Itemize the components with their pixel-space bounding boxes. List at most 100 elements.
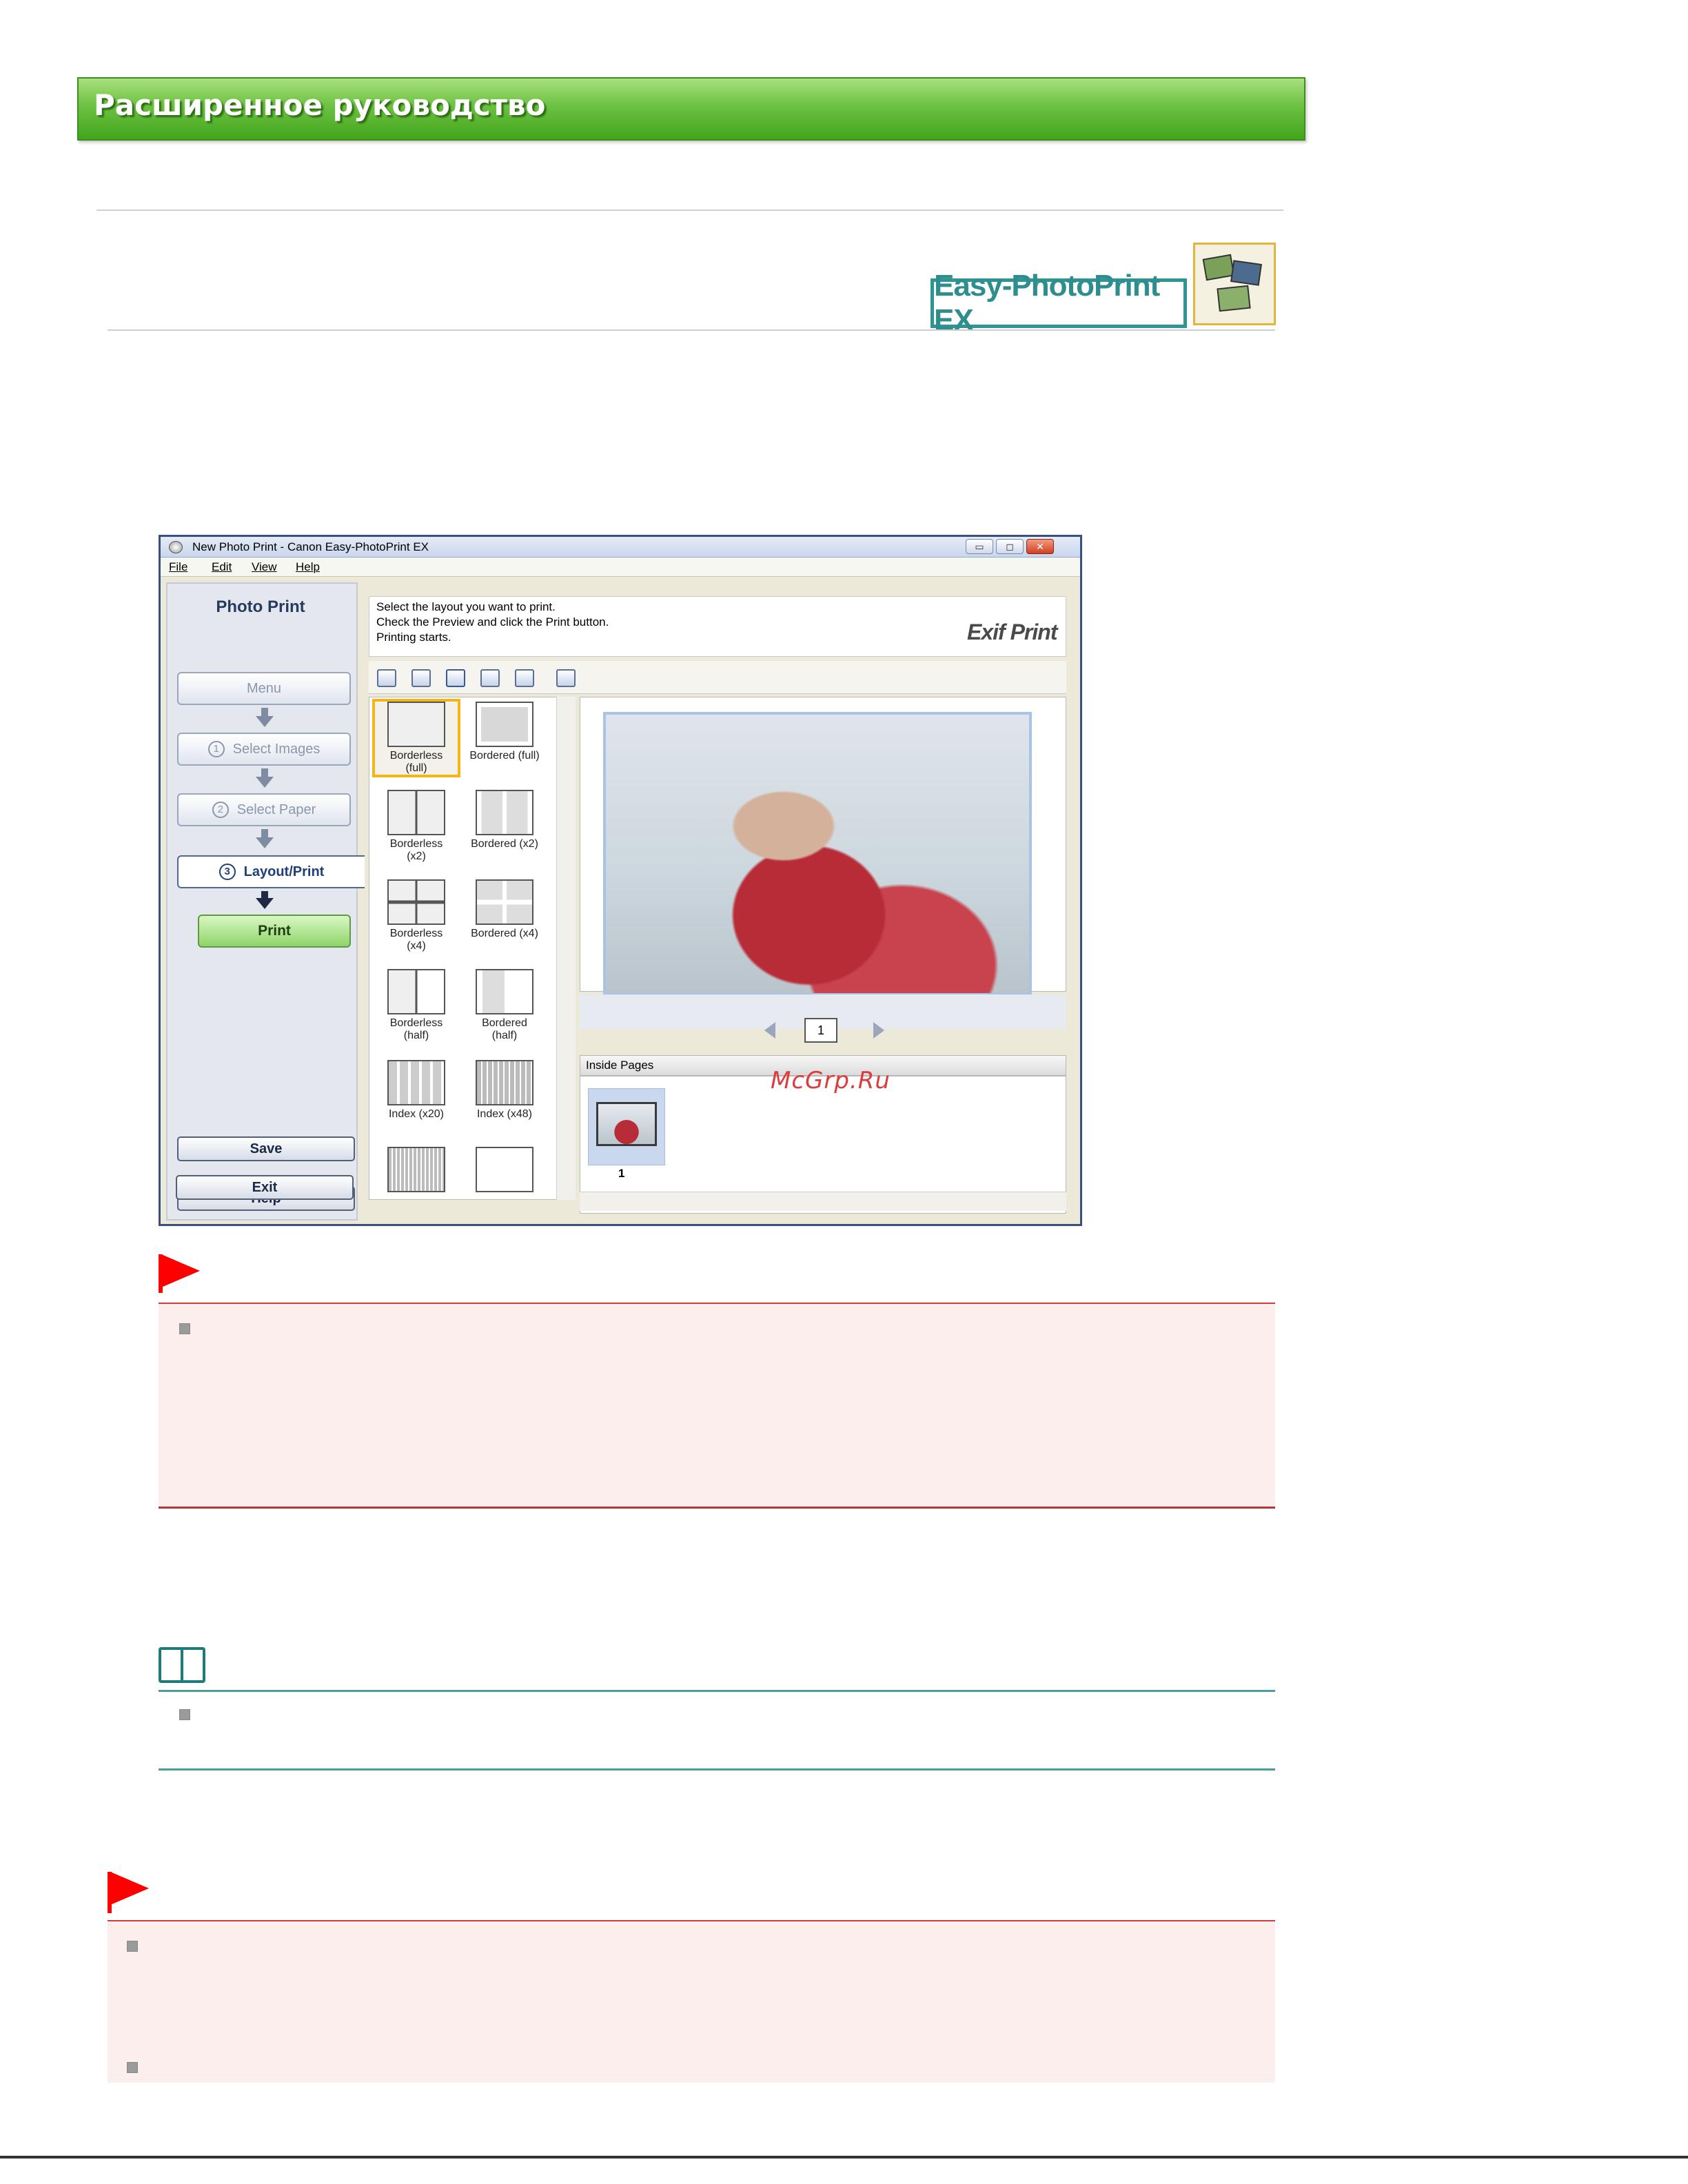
watermark: McGrp.Ru <box>771 1067 891 1094</box>
layout-list: Borderless (full) Bordered (full) Border… <box>369 697 562 1200</box>
step-menu-button[interactable]: Menu <box>177 672 351 705</box>
steps-panel: Photo Print Menu 1 Select Images 2 Select … <box>166 582 365 1221</box>
bullet-icon <box>127 2062 138 2073</box>
layout-index-x20[interactable]: Index (x20) <box>375 1060 458 1121</box>
top-divider <box>96 210 1283 211</box>
instruction-line: Check the Preview and click the Print bu… <box>376 615 609 629</box>
app-icon <box>169 541 183 553</box>
preview-photo <box>603 712 1032 996</box>
layout-bordered-x2[interactable]: Bordered (x2) <box>463 790 546 850</box>
down-arrow-icon <box>261 768 268 777</box>
bullet-icon <box>127 1941 138 1952</box>
instruction-line: Printing starts. <box>376 631 451 644</box>
layout-thumbnail <box>387 879 445 925</box>
rotate-left-icon[interactable] <box>377 669 396 687</box>
layout-thumbnail <box>387 790 445 835</box>
step-label: Select Paper <box>236 802 316 817</box>
rotate-right-icon[interactable] <box>411 669 431 687</box>
app-window-screenshot: New Photo Print - Canon Easy-PhotoPrint … <box>159 535 1082 1226</box>
layout-thumbnail <box>387 1147 445 1192</box>
bullet-icon <box>179 1709 190 1720</box>
layout-thumbnail <box>387 969 445 1014</box>
correct-image-icon[interactable] <box>515 669 534 687</box>
layout-borderless-full[interactable]: Borderless (full) <box>372 699 460 777</box>
step-layout-print-button[interactable]: 3 Layout/Print <box>177 855 365 888</box>
window-titlebar: New Photo Print - Canon Easy-PhotoPrint … <box>161 537 1080 558</box>
layout-thumbnail <box>387 702 445 747</box>
layout-label: Bordered (x4) <box>471 928 538 939</box>
maximize-button[interactable]: ◻ <box>996 539 1024 554</box>
layout-thumbnail <box>476 969 533 1014</box>
layout-label: Index (x48) <box>476 1108 533 1120</box>
layout-label: Borderless <box>389 1017 443 1029</box>
panel-title: Photo Print <box>216 598 305 616</box>
layout-borderless-x4[interactable]: Borderless (x4) <box>375 879 458 952</box>
previous-page-icon[interactable] <box>764 1022 775 1039</box>
step-select-paper-button[interactable]: 2 Select Paper <box>177 793 351 826</box>
layout-thumbnail <box>476 879 533 925</box>
layout-label: Borderless <box>389 928 443 939</box>
step-label: Layout/Print <box>243 864 325 879</box>
step-label: Select Images <box>232 741 321 757</box>
down-arrow-icon <box>256 898 274 909</box>
exit-button[interactable]: Exit <box>176 1175 354 1200</box>
layout-more[interactable] <box>375 1147 458 1195</box>
down-arrow-icon <box>256 777 274 788</box>
step-select-images-button[interactable]: 1 Select Images <box>177 733 351 766</box>
down-arrow-icon <box>261 829 268 837</box>
layout-bordered-half[interactable]: Bordered (half) <box>463 969 546 1042</box>
layout-index-x48[interactable]: Index (x48) <box>463 1060 546 1121</box>
step-number: 2 <box>212 802 229 818</box>
window-title: New Photo Print - Canon Easy-PhotoPrint … <box>192 540 429 553</box>
layout-label: (half) <box>403 1030 429 1041</box>
close-button[interactable]: ✕ <box>1026 539 1054 554</box>
layout-label: Bordered (full) <box>469 750 540 762</box>
menu-file[interactable]: File <box>169 560 187 574</box>
trim-icon[interactable] <box>446 669 465 687</box>
page-thumbnail-image <box>596 1102 657 1146</box>
print-settings-icon[interactable] <box>556 669 576 687</box>
menu-view[interactable]: View <box>252 560 277 574</box>
layout-more[interactable] <box>463 1147 546 1195</box>
bullet-icon <box>179 1323 190 1334</box>
save-button[interactable]: Save <box>177 1136 355 1161</box>
important-flag-icon <box>161 1254 200 1287</box>
layout-label: (x2) <box>407 850 426 862</box>
down-arrow-icon <box>256 716 274 727</box>
layout-borderless-x2[interactable]: Borderless (x2) <box>375 790 458 863</box>
banner-title: Расширенное руководство <box>94 88 546 122</box>
date-icon[interactable] <box>480 669 500 687</box>
next-page-icon[interactable] <box>873 1022 884 1039</box>
layout-label: Bordered (x2) <box>471 838 538 850</box>
layout-label: Borderless <box>389 750 443 762</box>
important-box <box>108 1920 1275 2083</box>
layout-label: (full) <box>405 762 427 774</box>
inside-pages-scrollbar[interactable] <box>580 1192 1066 1211</box>
layout-borderless-half[interactable]: Borderless (half) <box>375 969 458 1042</box>
step-label: Menu <box>246 680 282 696</box>
menu-help[interactable]: Help <box>296 560 320 574</box>
important-flag-icon <box>110 1872 149 1905</box>
layout-label: Index (x20) <box>388 1108 445 1120</box>
layout-label: Borderless <box>389 838 443 850</box>
step-number: 3 <box>218 864 236 880</box>
menu-bar: File Edit View Help <box>161 558 1080 577</box>
down-arrow-icon <box>256 837 274 848</box>
note-bottom-border <box>159 1768 1275 1770</box>
layout-scrollbar[interactable] <box>556 697 576 1200</box>
minimize-button[interactable]: ▭ <box>966 539 993 554</box>
layout-thumbnail <box>476 1060 533 1105</box>
page-number: 1 <box>804 1018 837 1043</box>
page-bottom-rule <box>0 2156 1688 2159</box>
print-button[interactable]: Print <box>198 915 351 948</box>
product-logo-icon <box>1193 243 1276 325</box>
layout-bordered-x4[interactable]: Bordered (x4) <box>463 879 546 940</box>
edit-toolbar <box>369 661 1066 694</box>
menu-edit[interactable]: Edit <box>212 560 232 574</box>
layout-label: (half) <box>491 1030 518 1041</box>
instruction-line: Select the layout you want to print. <box>376 600 556 613</box>
layout-label: Bordered <box>482 1017 527 1029</box>
layout-bordered-full[interactable]: Bordered (full) <box>463 702 546 762</box>
exif-print-logo: Exif Print <box>967 620 1057 644</box>
layout-label: (x4) <box>407 940 426 952</box>
